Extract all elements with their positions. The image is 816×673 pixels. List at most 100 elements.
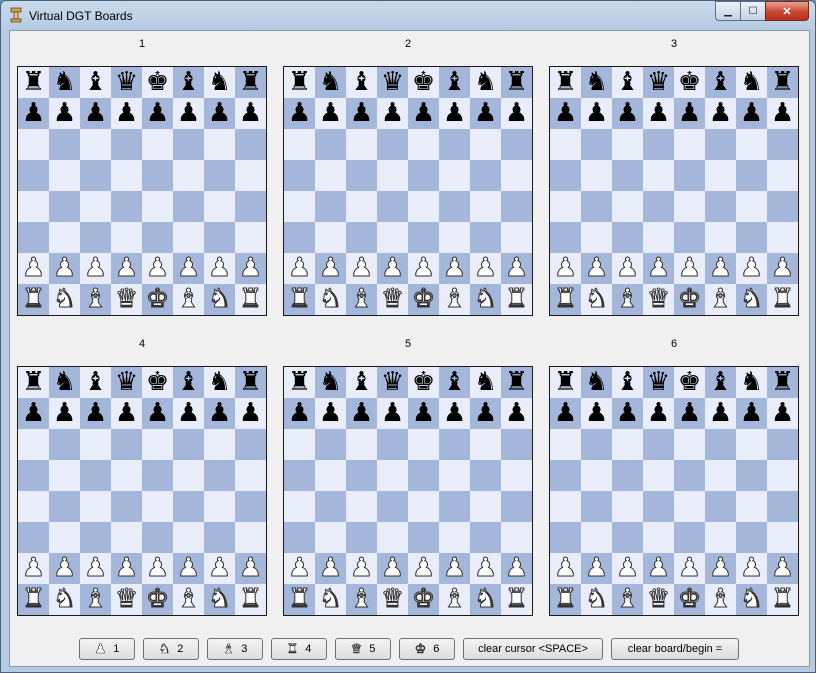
- board-square[interactable]: ♜: [235, 584, 266, 615]
- board-square[interactable]: [501, 222, 532, 253]
- board-square[interactable]: ♟: [18, 98, 49, 129]
- board-square[interactable]: ♟: [581, 398, 612, 429]
- black-knight-icon[interactable]: ♞: [740, 367, 763, 398]
- board-square[interactable]: [346, 491, 377, 522]
- board-square[interactable]: ♛: [643, 284, 674, 315]
- white-bishop-icon[interactable]: ♝: [615, 284, 639, 315]
- board-square[interactable]: ♛: [377, 284, 408, 315]
- black-pawn-icon[interactable]: ♟: [678, 98, 701, 129]
- board-square[interactable]: ♟: [80, 98, 111, 129]
- board-square[interactable]: ♟: [767, 553, 798, 584]
- black-knight-icon[interactable]: ♞: [208, 67, 231, 98]
- board-square[interactable]: ♟: [736, 398, 767, 429]
- board-square[interactable]: [18, 129, 49, 160]
- board-square[interactable]: ♞: [736, 584, 767, 615]
- board-square[interactable]: [377, 491, 408, 522]
- board-square[interactable]: ♟: [111, 398, 142, 429]
- white-pawn-icon[interactable]: ♟: [504, 553, 528, 584]
- black-king-icon[interactable]: ♚: [146, 367, 169, 398]
- board-square[interactable]: ♜: [235, 367, 266, 398]
- black-king-icon[interactable]: ♚: [412, 367, 435, 398]
- black-pawn-icon[interactable]: ♟: [647, 398, 670, 429]
- board-square[interactable]: ♟: [612, 553, 643, 584]
- black-knight-icon[interactable]: ♞: [585, 67, 608, 98]
- black-pawn-icon[interactable]: ♟: [381, 398, 404, 429]
- board-square[interactable]: ♟: [550, 253, 581, 284]
- board-square[interactable]: [643, 491, 674, 522]
- black-bishop-icon[interactable]: ♝: [709, 367, 732, 398]
- white-king-icon[interactable]: ♚: [677, 284, 701, 315]
- black-pawn-icon[interactable]: ♟: [115, 98, 138, 129]
- black-pawn-icon[interactable]: ♟: [740, 98, 763, 129]
- board-square[interactable]: ♝: [346, 367, 377, 398]
- board-square[interactable]: ♛: [643, 367, 674, 398]
- board-square[interactable]: [612, 491, 643, 522]
- black-pawn-icon[interactable]: ♟: [319, 398, 342, 429]
- board-square[interactable]: ♟: [111, 253, 142, 284]
- board-square[interactable]: [470, 191, 501, 222]
- board-square[interactable]: [767, 460, 798, 491]
- black-king-icon[interactable]: ♚: [412, 67, 435, 98]
- board-square[interactable]: ♞: [49, 284, 80, 315]
- board-square[interactable]: [315, 429, 346, 460]
- board-square[interactable]: [501, 191, 532, 222]
- board-square[interactable]: ♟: [284, 398, 315, 429]
- board-square[interactable]: [501, 429, 532, 460]
- board-square[interactable]: [705, 491, 736, 522]
- board-square[interactable]: ♜: [501, 284, 532, 315]
- board-square[interactable]: [736, 222, 767, 253]
- board-square[interactable]: [80, 522, 111, 553]
- board-square[interactable]: ♟: [736, 553, 767, 584]
- black-pawn-icon[interactable]: ♟: [239, 98, 262, 129]
- black-pawn-icon[interactable]: ♟: [616, 398, 639, 429]
- board-square[interactable]: [377, 460, 408, 491]
- white-rook-icon[interactable]: ♜: [238, 584, 262, 615]
- board-square[interactable]: ♟: [142, 98, 173, 129]
- white-pawn-icon[interactable]: ♟: [739, 553, 763, 584]
- board-square[interactable]: ♟: [612, 253, 643, 284]
- board-square[interactable]: [408, 129, 439, 160]
- board-square[interactable]: [346, 129, 377, 160]
- board-square[interactable]: [439, 522, 470, 553]
- board-square[interactable]: ♟: [49, 253, 80, 284]
- board-square[interactable]: [501, 160, 532, 191]
- board-square[interactable]: ♞: [315, 67, 346, 98]
- board-square[interactable]: [643, 160, 674, 191]
- board-square[interactable]: ♟: [674, 98, 705, 129]
- board-square[interactable]: [408, 491, 439, 522]
- board-square[interactable]: [767, 160, 798, 191]
- board-square[interactable]: ♛: [643, 584, 674, 615]
- board-square[interactable]: [142, 491, 173, 522]
- black-pawn-icon[interactable]: ♟: [585, 98, 608, 129]
- board-square[interactable]: [439, 222, 470, 253]
- white-pawn-icon[interactable]: ♟: [318, 253, 342, 284]
- board-square[interactable]: ♞: [736, 284, 767, 315]
- board-square[interactable]: ♟: [581, 253, 612, 284]
- board-square[interactable]: [18, 491, 49, 522]
- white-pawn-icon[interactable]: ♟: [770, 553, 794, 584]
- board-square[interactable]: [705, 129, 736, 160]
- board-square[interactable]: ♟: [142, 398, 173, 429]
- white-pawn-icon[interactable]: ♟: [349, 253, 373, 284]
- board-square[interactable]: ♜: [284, 67, 315, 98]
- white-knight-icon[interactable]: ♞: [318, 284, 342, 315]
- white-pawn-icon[interactable]: ♟: [708, 253, 732, 284]
- white-pawn-icon[interactable]: ♟: [646, 253, 670, 284]
- white-bishop-icon[interactable]: ♝: [442, 584, 466, 615]
- chess-board-6[interactable]: ♜ ♞ ♝ ♛ ♚ ♝ ♞ ♜ ♟ ♟ ♟ ♟ ♟ ♟ ♟ ♟ ♟ ♟ ♟ ♟ ♟ ♟ ♟ ♟ ♜ ♞ ♝ ♛ ♚ ♝ ♞ ♜: [549, 366, 799, 616]
- board-square[interactable]: ♜: [767, 284, 798, 315]
- black-pawn-icon[interactable]: ♟: [208, 98, 231, 129]
- board-square[interactable]: ♟: [501, 553, 532, 584]
- board-square[interactable]: ♞: [315, 284, 346, 315]
- board-square[interactable]: ♟: [315, 398, 346, 429]
- black-pawn-icon[interactable]: ♟: [412, 398, 435, 429]
- board-square[interactable]: [581, 429, 612, 460]
- board-square[interactable]: ♟: [643, 398, 674, 429]
- board-square[interactable]: [408, 460, 439, 491]
- board-square[interactable]: [439, 491, 470, 522]
- white-queen-icon[interactable]: ♛: [114, 584, 138, 615]
- board-square[interactable]: [18, 460, 49, 491]
- board-square[interactable]: ♜: [235, 284, 266, 315]
- select-board-3-button[interactable]: ♝ 3: [207, 638, 263, 660]
- board-square[interactable]: ♞: [204, 367, 235, 398]
